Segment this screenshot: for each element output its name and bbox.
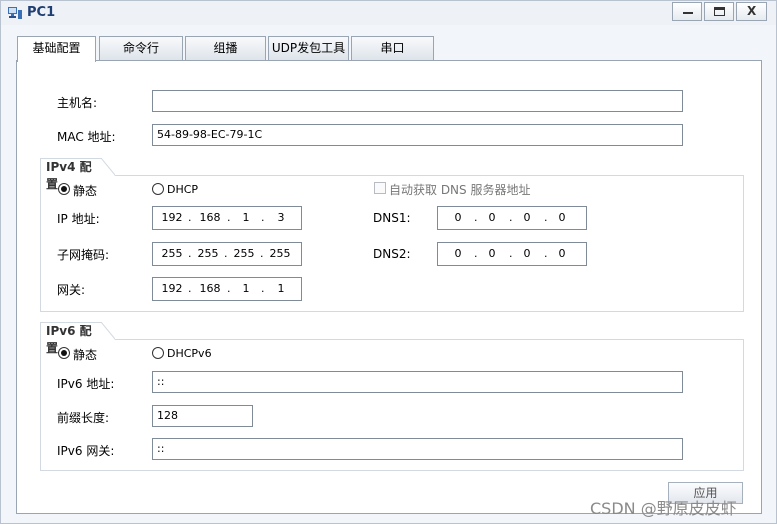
maximize-icon <box>714 7 725 16</box>
ip-octet-3: 1 <box>242 211 250 224</box>
dns2-field[interactable]: 0 . 0 . 0 . 0 <box>437 242 587 266</box>
prefix-length-label: 前缀长度: <box>57 411 110 425</box>
tab-udp-tool[interactable]: UDP发包工具 <box>268 36 349 61</box>
window-title: PC1 <box>27 5 56 20</box>
ip-address-field[interactable]: 192 . 168 . 1 . 3 <box>152 206 302 230</box>
dns2-octet-4: 0 <box>558 247 566 260</box>
tab-basic-config[interactable]: 基础配置 <box>17 36 96 62</box>
dns1-octet-3: 0 <box>523 211 531 224</box>
ip-octet-1: 192 <box>161 211 183 224</box>
ip-octet-2: 168 <box>199 211 221 224</box>
gateway-label: 网关: <box>57 283 86 297</box>
subnet-mask-field[interactable]: 255 . 255 . 255 . 255 <box>152 242 302 266</box>
dns1-field[interactable]: 0 . 0 . 0 . 0 <box>437 206 587 230</box>
pc1-config-window: PC1 X 基础配置 命令行 组播 UDP发包工具 串口 主机名: MAC 地址… <box>0 0 777 524</box>
close-button[interactable]: X <box>736 2 767 21</box>
dns2-octet-3: 0 <box>523 247 531 260</box>
ipv6-dhcpv6-label: DHCPv6 <box>167 347 212 360</box>
ipv6-static-label: 静态 <box>73 348 98 362</box>
ip-address-label: IP 地址: <box>57 212 100 226</box>
ipv4-dhcp-label: DHCP <box>167 183 199 196</box>
gateway-octet-4: 1 <box>277 282 285 295</box>
auto-dns-checkbox[interactable] <box>374 182 386 194</box>
dns1-octet-2: 0 <box>488 211 496 224</box>
dns2-label: DNS2: <box>373 247 411 261</box>
ipv6-tab-slant <box>101 322 115 340</box>
ipv4-static-radio[interactable] <box>58 183 70 195</box>
ipv6-dhcpv6-radio[interactable] <box>152 347 164 359</box>
ipv6-section-title: IPv6 配置 <box>40 322 102 355</box>
ipv4-static-label: 静态 <box>73 184 98 198</box>
title-bar[interactable]: PC1 X <box>1 1 776 25</box>
gateway-octet-2: 168 <box>199 282 221 295</box>
minimize-button[interactable] <box>672 2 702 21</box>
hostname-field[interactable] <box>152 90 683 112</box>
dns1-octet-4: 0 <box>558 211 566 224</box>
ipv6-static-radio[interactable] <box>58 347 70 359</box>
mac-field[interactable]: 54-89-98-EC-79-1C <box>152 124 683 146</box>
pc-app-icon <box>8 7 22 19</box>
prefix-length-field[interactable]: 128 <box>152 405 253 427</box>
dns2-octet-1: 0 <box>454 247 462 260</box>
ipv6-gateway-field[interactable]: :: <box>152 438 683 460</box>
ip-octet-4: 3 <box>277 211 285 224</box>
hostname-label: 主机名: <box>57 96 98 110</box>
mask-octet-3: 255 <box>233 247 255 260</box>
close-icon: X <box>747 4 757 18</box>
dns1-octet-1: 0 <box>454 211 462 224</box>
subnet-mask-label: 子网掩码: <box>57 248 110 262</box>
mask-octet-1: 255 <box>161 247 183 260</box>
dns2-octet-2: 0 <box>488 247 496 260</box>
ipv4-dhcp-radio[interactable] <box>152 183 164 195</box>
gateway-octet-1: 192 <box>161 282 183 295</box>
auto-dns-label: 自动获取 DNS 服务器地址 <box>389 183 531 197</box>
maximize-button[interactable] <box>704 2 734 21</box>
csdn-watermark: CSDN @野原皮皮虾 <box>590 499 737 518</box>
tab-command-line[interactable]: 命令行 <box>99 36 183 61</box>
tab-multicast[interactable]: 组播 <box>185 36 266 61</box>
mac-label: MAC 地址: <box>57 130 116 144</box>
minimize-icon <box>683 12 693 14</box>
mask-octet-2: 255 <box>197 247 219 260</box>
ipv6-address-field[interactable]: :: <box>152 371 683 393</box>
tab-serial[interactable]: 串口 <box>351 36 434 61</box>
ipv6-address-label: IPv6 地址: <box>57 377 115 391</box>
dns1-label: DNS1: <box>373 211 411 225</box>
ipv4-tab-slant <box>101 158 115 176</box>
gateway-field[interactable]: 192 . 168 . 1 . 1 <box>152 277 302 301</box>
ipv4-section-title: IPv4 配置 <box>40 158 102 191</box>
ipv6-gateway-label: IPv6 网关: <box>57 444 115 458</box>
gateway-octet-3: 1 <box>242 282 250 295</box>
mask-octet-4: 255 <box>269 247 291 260</box>
